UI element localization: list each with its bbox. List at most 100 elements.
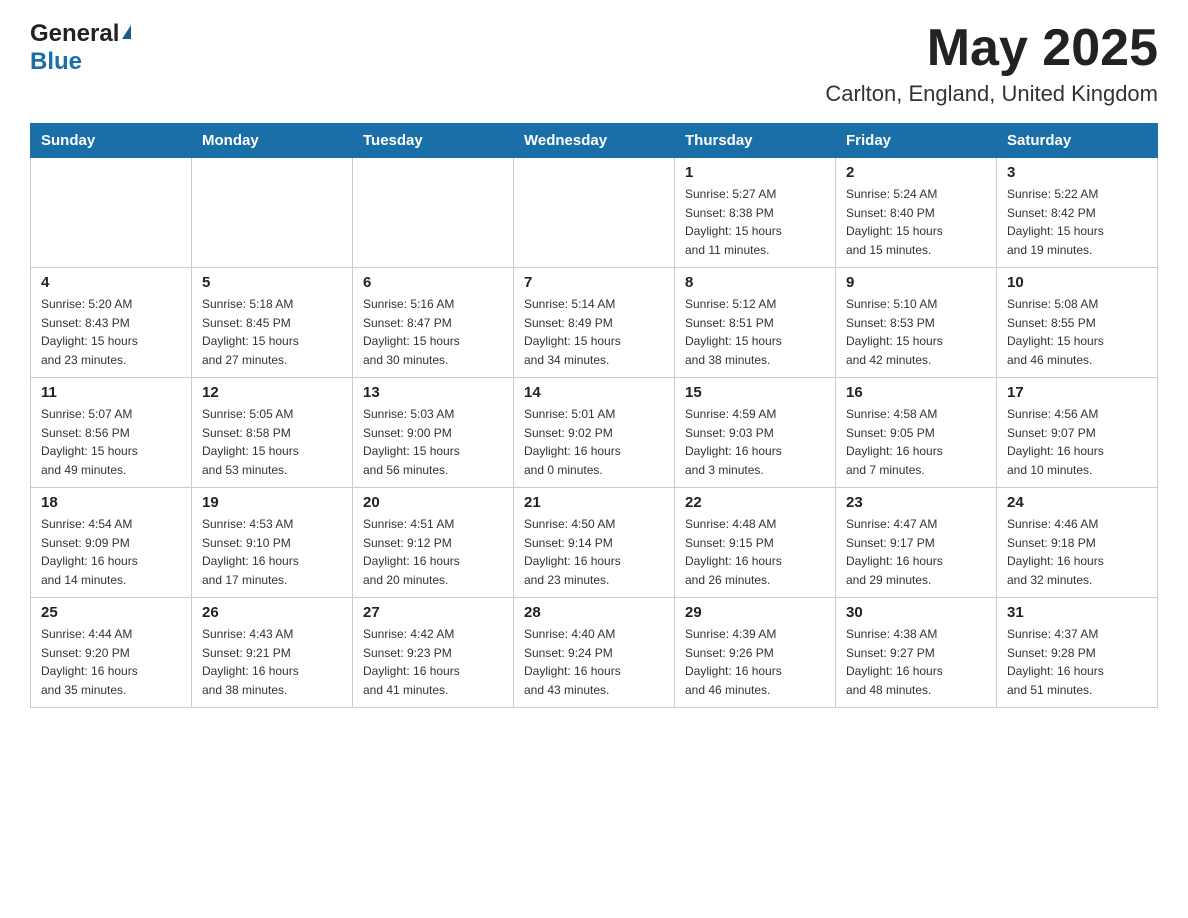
day-number: 12 bbox=[202, 384, 342, 401]
day-number: 26 bbox=[202, 604, 342, 621]
calendar-cell: 21Sunrise: 4:50 AM Sunset: 9:14 PM Dayli… bbox=[514, 488, 675, 598]
day-info: Sunrise: 5:24 AM Sunset: 8:40 PM Dayligh… bbox=[846, 185, 986, 259]
day-number: 30 bbox=[846, 604, 986, 621]
calendar-cell: 29 Sunrise: 4:39 AM Sunset: 9:26 PM Dayli… bbox=[675, 598, 836, 708]
calendar-cell: 11Sunrise: 5:07 AM Sunset: 8:56 PM Dayli… bbox=[31, 378, 192, 488]
column-header-thursday: Thursday bbox=[675, 124, 836, 158]
day-info: Sunrise: 5:20 AM Sunset: 8:43 PM Dayligh… bbox=[41, 295, 181, 369]
calendar-cell: 12 Sunrise: 5:05 AM Sunset: 8:58 PM Dayli… bbox=[192, 378, 353, 488]
day-info: Sunrise: 4:54 AM Sunset: 9:09 PM Dayligh… bbox=[41, 515, 181, 589]
column-header-monday: Monday bbox=[192, 124, 353, 158]
page-header: General Blue May 2025 Carlton, England, … bbox=[30, 20, 1158, 107]
day-info: Sunrise: 4:40 AM Sunset: 9:24 PM Dayligh… bbox=[524, 625, 664, 699]
day-info: Sunrise: 4:47 AM Sunset: 9:17 PM Dayligh… bbox=[846, 515, 986, 589]
calendar-cell: 5 Sunrise: 5:18 AM Sunset: 8:45 PM Daylig… bbox=[192, 268, 353, 378]
calendar-cell: 15 Sunrise: 4:59 AM Sunset: 9:03 PM Dayli… bbox=[675, 378, 836, 488]
calendar-week-row: 11Sunrise: 5:07 AM Sunset: 8:56 PM Dayli… bbox=[31, 378, 1158, 488]
day-number: 22 bbox=[685, 494, 825, 511]
day-info: Sunrise: 4:58 AM Sunset: 9:05 PM Dayligh… bbox=[846, 405, 986, 479]
calendar-cell: 28 Sunrise: 4:40 AM Sunset: 9:24 PM Dayli… bbox=[514, 598, 675, 708]
calendar-cell: 26Sunrise: 4:43 AM Sunset: 9:21 PM Dayli… bbox=[192, 598, 353, 708]
month-title: May 2025 bbox=[825, 20, 1158, 77]
calendar-cell: 30 Sunrise: 4:38 AM Sunset: 9:27 PM Dayli… bbox=[836, 598, 997, 708]
calendar-cell: 3Sunrise: 5:22 AM Sunset: 8:42 PM Daylig… bbox=[997, 158, 1158, 268]
calendar-cell: 1 Sunrise: 5:27 AM Sunset: 8:38 PM Daylig… bbox=[675, 158, 836, 268]
day-info: Sunrise: 4:51 AM Sunset: 9:12 PM Dayligh… bbox=[363, 515, 503, 589]
day-info: Sunrise: 5:08 AM Sunset: 8:55 PM Dayligh… bbox=[1007, 295, 1147, 369]
column-header-wednesday: Wednesday bbox=[514, 124, 675, 158]
day-info: Sunrise: 5:16 AM Sunset: 8:47 PM Dayligh… bbox=[363, 295, 503, 369]
day-number: 29 bbox=[685, 604, 825, 621]
calendar-cell: 23 Sunrise: 4:47 AM Sunset: 9:17 PM Dayli… bbox=[836, 488, 997, 598]
day-number: 16 bbox=[846, 384, 986, 401]
day-info: Sunrise: 5:27 AM Sunset: 8:38 PM Dayligh… bbox=[685, 185, 825, 259]
day-number: 1 bbox=[685, 164, 825, 181]
day-number: 13 bbox=[363, 384, 503, 401]
calendar-cell bbox=[31, 158, 192, 268]
day-info: Sunrise: 4:59 AM Sunset: 9:03 PM Dayligh… bbox=[685, 405, 825, 479]
calendar-cell: 6Sunrise: 5:16 AM Sunset: 8:47 PM Daylig… bbox=[353, 268, 514, 378]
day-info: Sunrise: 4:48 AM Sunset: 9:15 PM Dayligh… bbox=[685, 515, 825, 589]
calendar-week-row: 18 Sunrise: 4:54 AM Sunset: 9:09 PM Dayli… bbox=[31, 488, 1158, 598]
calendar-cell: 4 Sunrise: 5:20 AM Sunset: 8:43 PM Daylig… bbox=[31, 268, 192, 378]
day-number: 31 bbox=[1007, 604, 1147, 621]
day-info: Sunrise: 4:53 AM Sunset: 9:10 PM Dayligh… bbox=[202, 515, 342, 589]
logo: General Blue bbox=[30, 20, 131, 76]
day-number: 5 bbox=[202, 274, 342, 291]
calendar-cell: 17 Sunrise: 4:56 AM Sunset: 9:07 PM Dayli… bbox=[997, 378, 1158, 488]
logo-triangle-icon bbox=[122, 25, 131, 39]
day-info: Sunrise: 4:42 AM Sunset: 9:23 PM Dayligh… bbox=[363, 625, 503, 699]
day-number: 8 bbox=[685, 274, 825, 291]
day-info: Sunrise: 4:56 AM Sunset: 9:07 PM Dayligh… bbox=[1007, 405, 1147, 479]
column-header-friday: Friday bbox=[836, 124, 997, 158]
calendar-cell: 13 Sunrise: 5:03 AM Sunset: 9:00 PM Dayli… bbox=[353, 378, 514, 488]
day-info: Sunrise: 5:05 AM Sunset: 8:58 PM Dayligh… bbox=[202, 405, 342, 479]
calendar-cell bbox=[514, 158, 675, 268]
calendar-cell: 18 Sunrise: 4:54 AM Sunset: 9:09 PM Dayli… bbox=[31, 488, 192, 598]
calendar-cell: 8 Sunrise: 5:12 AM Sunset: 8:51 PM Daylig… bbox=[675, 268, 836, 378]
day-info: Sunrise: 5:03 AM Sunset: 9:00 PM Dayligh… bbox=[363, 405, 503, 479]
day-info: Sunrise: 4:38 AM Sunset: 9:27 PM Dayligh… bbox=[846, 625, 986, 699]
calendar-cell bbox=[353, 158, 514, 268]
calendar-cell: 27Sunrise: 4:42 AM Sunset: 9:23 PM Dayli… bbox=[353, 598, 514, 708]
column-header-saturday: Saturday bbox=[997, 124, 1158, 158]
day-info: Sunrise: 4:46 AM Sunset: 9:18 PM Dayligh… bbox=[1007, 515, 1147, 589]
calendar-cell: 9Sunrise: 5:10 AM Sunset: 8:53 PM Daylig… bbox=[836, 268, 997, 378]
day-number: 23 bbox=[846, 494, 986, 511]
logo-blue-text: Blue bbox=[30, 48, 82, 76]
day-info: Sunrise: 5:14 AM Sunset: 8:49 PM Dayligh… bbox=[524, 295, 664, 369]
day-number: 28 bbox=[524, 604, 664, 621]
day-number: 19 bbox=[202, 494, 342, 511]
title-block: May 2025 Carlton, England, United Kingdo… bbox=[825, 20, 1158, 107]
day-info: Sunrise: 5:12 AM Sunset: 8:51 PM Dayligh… bbox=[685, 295, 825, 369]
calendar-week-row: 1 Sunrise: 5:27 AM Sunset: 8:38 PM Daylig… bbox=[31, 158, 1158, 268]
day-number: 4 bbox=[41, 274, 181, 291]
day-number: 17 bbox=[1007, 384, 1147, 401]
calendar-cell: 24 Sunrise: 4:46 AM Sunset: 9:18 PM Dayli… bbox=[997, 488, 1158, 598]
calendar-cell: 2 Sunrise: 5:24 AM Sunset: 8:40 PM Daylig… bbox=[836, 158, 997, 268]
day-number: 10 bbox=[1007, 274, 1147, 291]
day-number: 15 bbox=[685, 384, 825, 401]
calendar-header-row: SundayMondayTuesdayWednesdayThursdayFrid… bbox=[31, 124, 1158, 158]
day-number: 24 bbox=[1007, 494, 1147, 511]
day-info: Sunrise: 5:18 AM Sunset: 8:45 PM Dayligh… bbox=[202, 295, 342, 369]
day-number: 14 bbox=[524, 384, 664, 401]
calendar-cell: 22 Sunrise: 4:48 AM Sunset: 9:15 PM Dayli… bbox=[675, 488, 836, 598]
logo-general-text: General bbox=[30, 20, 119, 48]
day-info: Sunrise: 4:39 AM Sunset: 9:26 PM Dayligh… bbox=[685, 625, 825, 699]
day-number: 25 bbox=[41, 604, 181, 621]
day-info: Sunrise: 5:10 AM Sunset: 8:53 PM Dayligh… bbox=[846, 295, 986, 369]
calendar-cell: 14 Sunrise: 5:01 AM Sunset: 9:02 PM Dayli… bbox=[514, 378, 675, 488]
day-number: 20 bbox=[363, 494, 503, 511]
day-info: Sunrise: 5:01 AM Sunset: 9:02 PM Dayligh… bbox=[524, 405, 664, 479]
day-number: 21 bbox=[524, 494, 664, 511]
day-number: 18 bbox=[41, 494, 181, 511]
day-info: Sunrise: 5:07 AM Sunset: 8:56 PM Dayligh… bbox=[41, 405, 181, 479]
location-title: Carlton, England, United Kingdom bbox=[825, 81, 1158, 107]
day-number: 2 bbox=[846, 164, 986, 181]
calendar-week-row: 4 Sunrise: 5:20 AM Sunset: 8:43 PM Daylig… bbox=[31, 268, 1158, 378]
calendar-cell bbox=[192, 158, 353, 268]
calendar-cell: 20 Sunrise: 4:51 AM Sunset: 9:12 PM Dayli… bbox=[353, 488, 514, 598]
column-header-sunday: Sunday bbox=[31, 124, 192, 158]
calendar-cell: 16 Sunrise: 4:58 AM Sunset: 9:05 PM Dayli… bbox=[836, 378, 997, 488]
